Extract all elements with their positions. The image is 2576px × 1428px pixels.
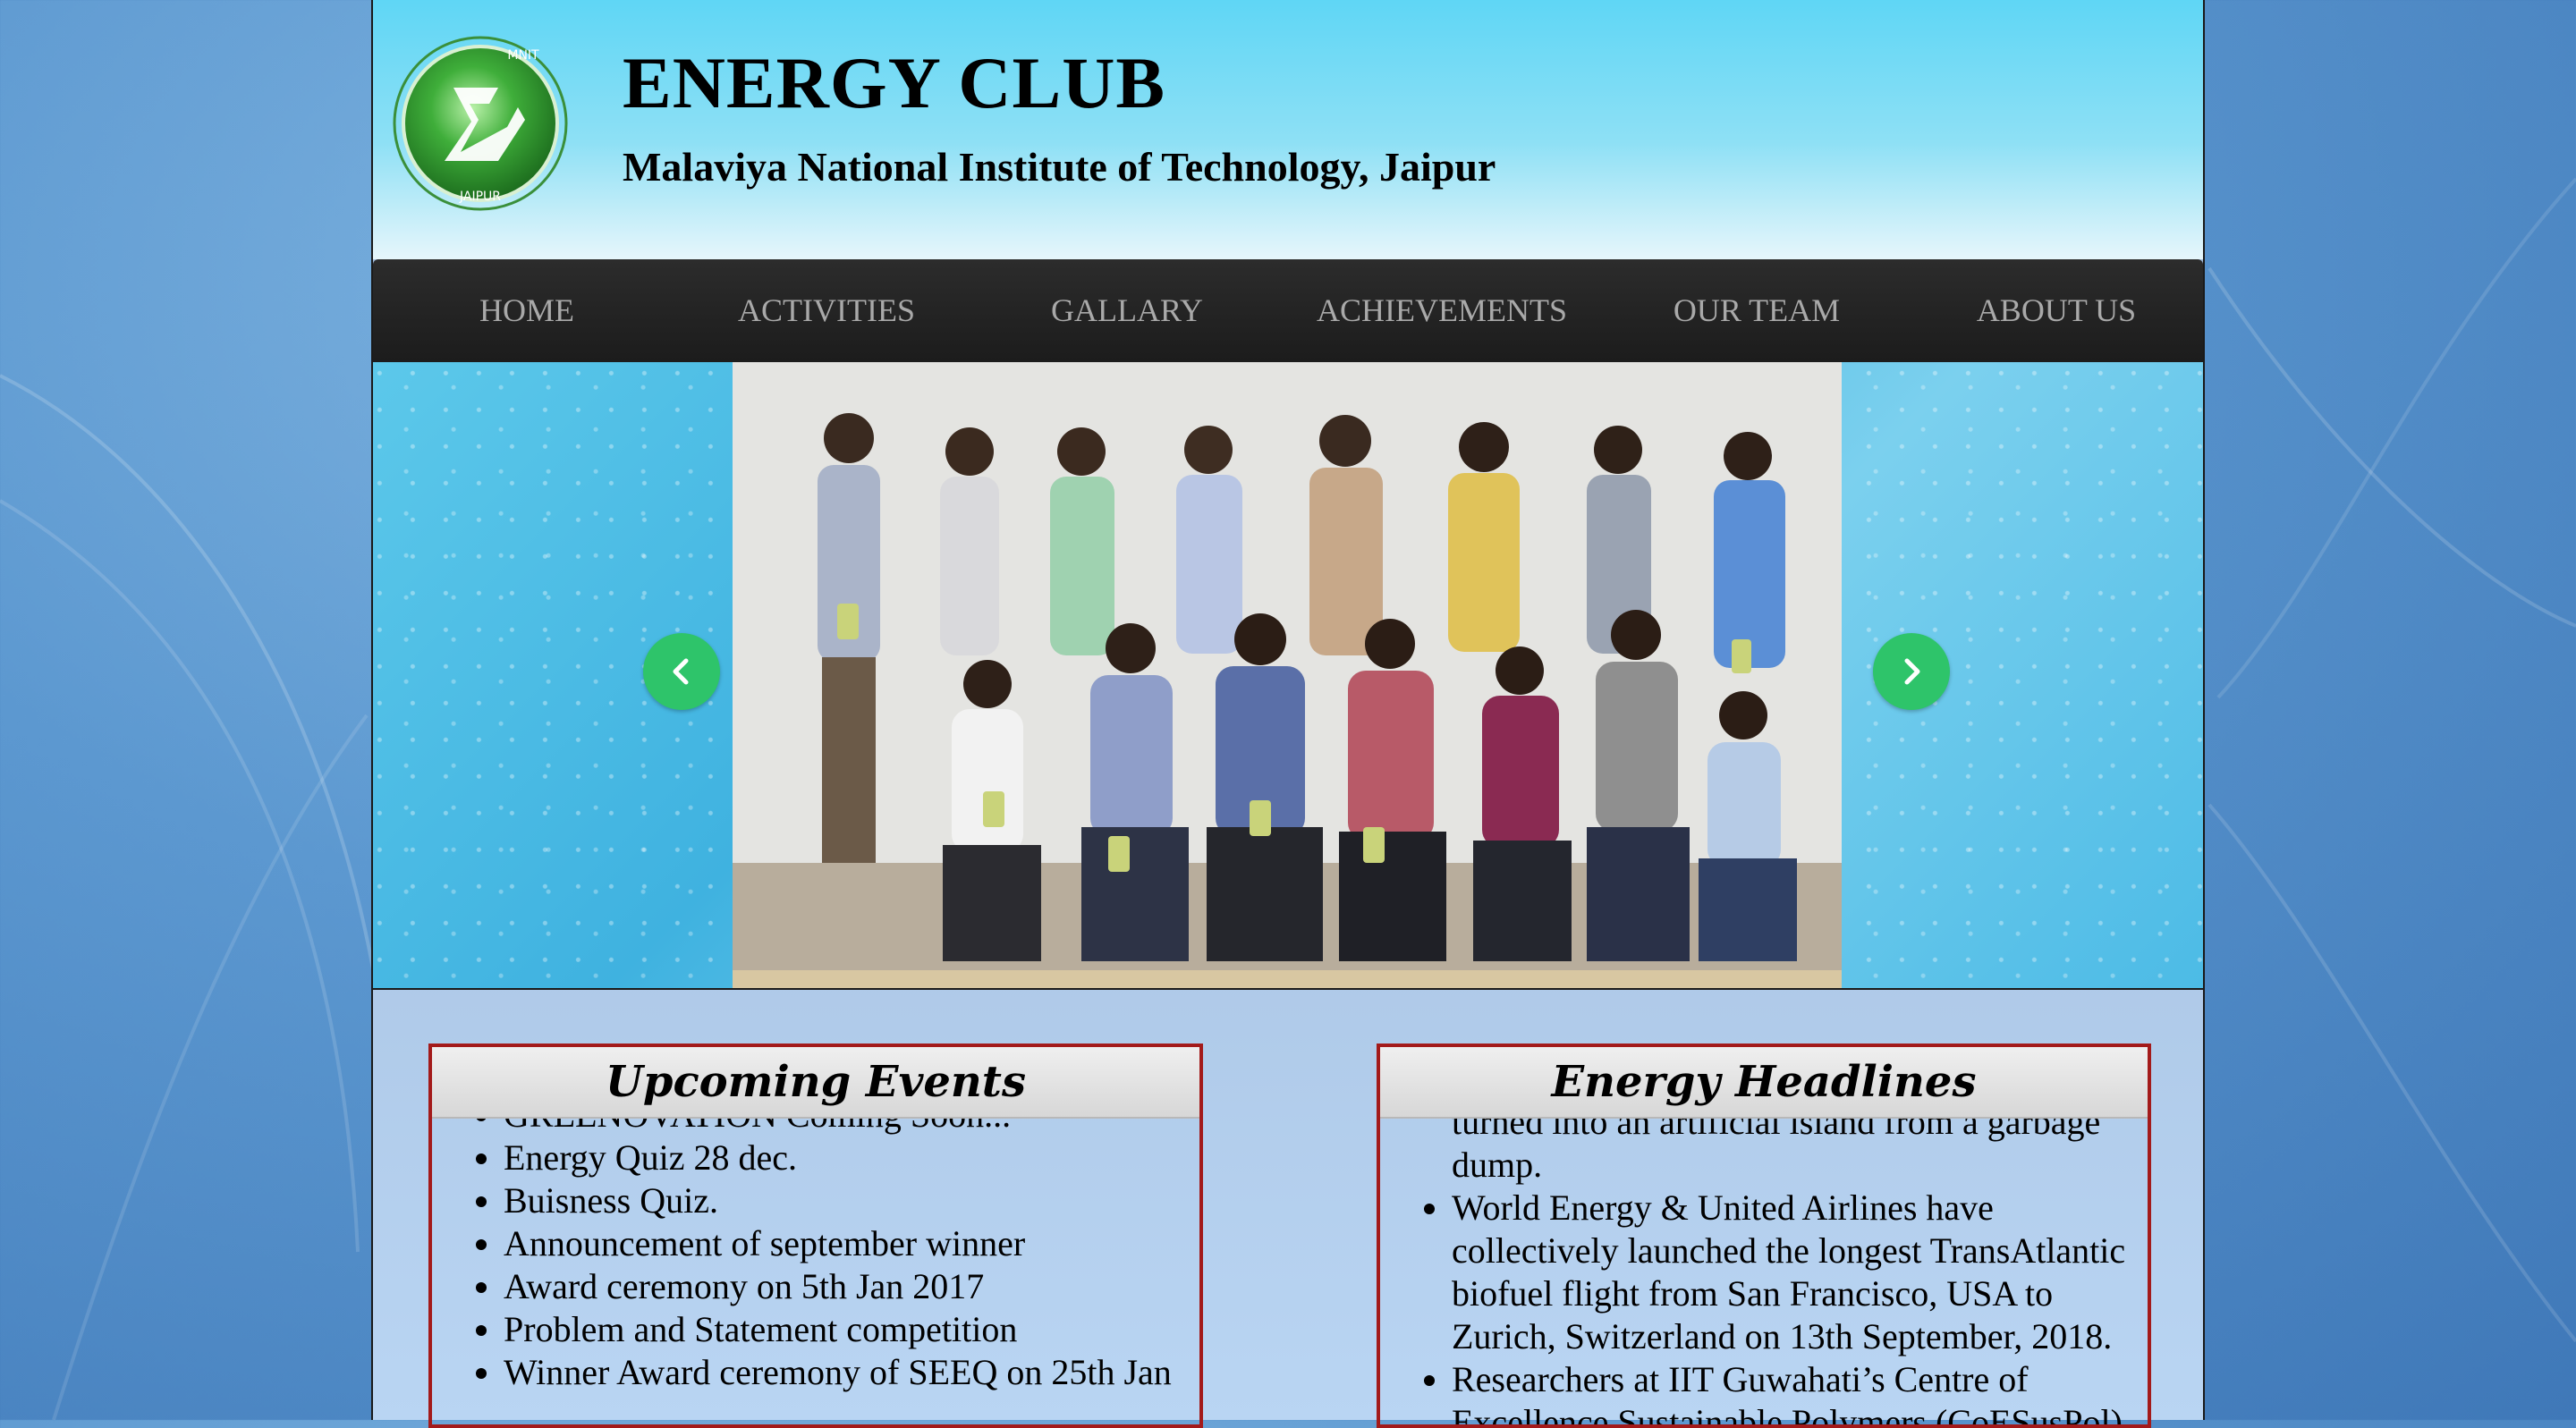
list-item: Winner Award ceremony of SEEQ on 25th Ja… [504,1351,1180,1394]
logo-ring-text: MNIT [507,48,539,63]
list-item: World Energy & United Airlines have coll… [1452,1187,2128,1358]
nav-item-gallary[interactable]: GALLARY [1051,259,1203,362]
site-title: ENERGY CLUB [623,42,1166,123]
list-item: Problem and Statement competition [504,1308,1180,1351]
nav-item-activities[interactable]: ACTIVITIES [738,259,915,362]
group-photo-illustration [733,362,1842,988]
group-photo [733,362,1842,988]
nav-item-about-us[interactable]: ABOUT US [1977,259,2136,362]
chevron-right-icon [1904,658,1920,685]
chevron-left-icon [673,658,689,685]
energy-headlines-title: Energy Headlines [1380,1047,2148,1119]
energy-headlines-list-cont: World Energy & United Airlines have coll… [1380,1187,2148,1424]
slider-next-button[interactable] [1873,633,1950,710]
site-header: JAIPUR MNIT ENERGY CLUB Malaviya Nationa… [373,0,2203,259]
logo-ring-text: JAIPUR [459,190,501,204]
nav-item-achievements[interactable]: ACHIEVEMENTS [1317,259,1567,362]
site-subtitle: Malaviya National Institute of Technolog… [623,144,1496,190]
nav-item-our-team[interactable]: OUR TEAM [1674,259,1840,362]
list-item: Buisness Quiz. [504,1179,1180,1222]
nav-item-home[interactable]: HOME [479,259,574,362]
upcoming-events-list: GREENOVATION Coming Soon... Energy Quiz … [432,1094,1199,1394]
upcoming-events-title: Upcoming Events [432,1047,1199,1119]
slider-prev-button[interactable] [643,633,720,710]
list-item: Award ceremony on 5th Jan 2017 [504,1265,1180,1308]
page-container: JAIPUR MNIT ENERGY CLUB Malaviya Nationa… [371,0,2205,1428]
upcoming-events-panel[interactable]: Upcoming Events GREENOVATION Coming Soon… [428,1044,1203,1428]
energy-headlines-panel[interactable]: Energy Headlines turned into an artifici… [1377,1044,2151,1428]
image-slider [373,362,2203,990]
main-nav: HOME ACTIVITIES GALLARY ACHIEVEMENTS OUR… [373,259,2203,362]
energy-club-logo[interactable]: JAIPUR MNIT [391,34,570,213]
list-item: Energy Quiz 28 dec. [504,1136,1180,1179]
list-item: Researchers at IIT Guwahati’s Centre of … [1452,1358,2128,1424]
list-item: Announcement of september winner [504,1222,1180,1265]
